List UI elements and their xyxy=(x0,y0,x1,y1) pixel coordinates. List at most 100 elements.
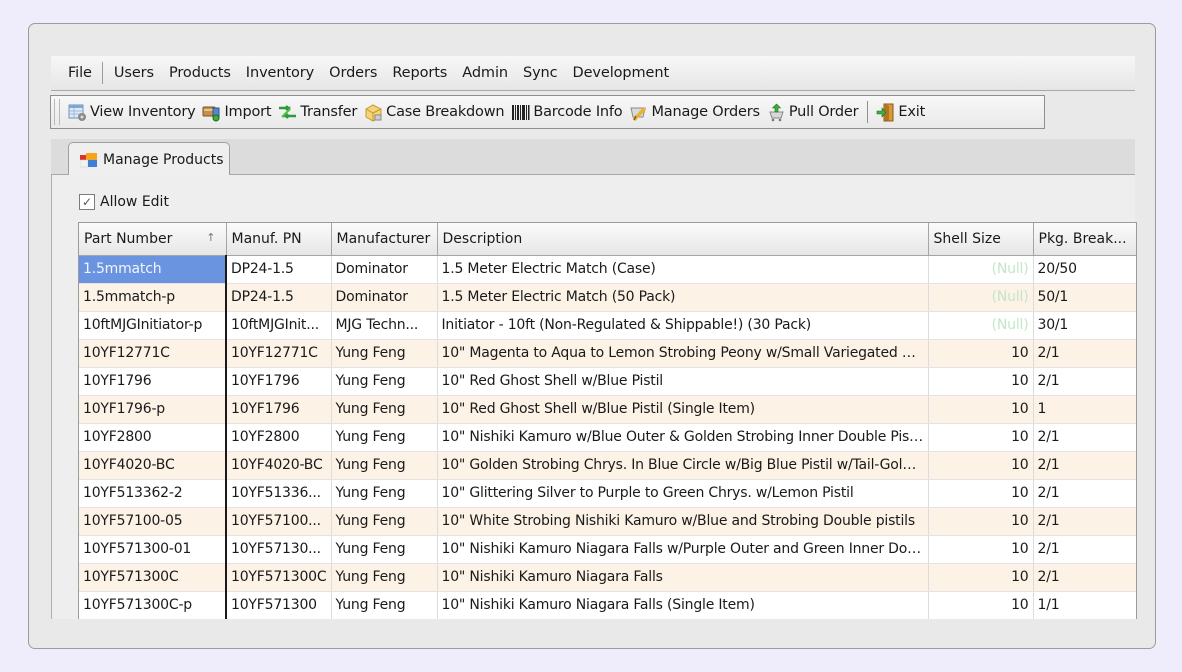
cell-pkg-breakdown[interactable]: 2/1 xyxy=(1033,451,1136,480)
cell-shell-size[interactable]: (Null) xyxy=(928,255,1034,284)
cell-shell-size[interactable]: 10 xyxy=(928,507,1034,536)
cell-manuf-pn[interactable]: DP24-1.5 xyxy=(226,283,332,312)
cell-manuf-pn[interactable]: 10YF1796 xyxy=(226,367,332,396)
column-header-part-number[interactable]: Part Number ↑ xyxy=(79,223,227,256)
cell-manuf-pn[interactable]: 10YF57100... xyxy=(226,507,332,536)
cell-description[interactable]: 10" Nishiki Kamuro Niagara Falls (Single… xyxy=(437,591,929,619)
cell-pkg-breakdown[interactable]: 30/1 xyxy=(1033,311,1136,340)
cell-part-number[interactable]: 10YF12771C xyxy=(79,339,227,368)
cell-pkg-breakdown[interactable]: 2/1 xyxy=(1033,507,1136,536)
menu-products[interactable]: Products xyxy=(162,65,239,81)
case-breakdown-button[interactable]: Case Breakdown xyxy=(362,103,509,122)
column-header-manufacturer[interactable]: Manufacturer xyxy=(331,223,438,256)
table-row[interactable]: 10YF571300C 10YF571300C Yung Feng 10" Nishi… xyxy=(79,563,1136,592)
cell-manuf-pn[interactable]: 10YF571300 xyxy=(226,591,332,619)
cell-shell-size[interactable]: 10 xyxy=(928,535,1034,564)
menu-inventory[interactable]: Inventory xyxy=(239,65,322,81)
table-row[interactable]: 10YF571300-01 10YF57130... Yung Feng 10" Ni… xyxy=(79,535,1136,564)
cell-description[interactable]: Initiator - 10ft (Non-Regulated & Shippa… xyxy=(437,311,929,340)
cell-pkg-breakdown[interactable]: 1/1 xyxy=(1033,591,1136,619)
table-row[interactable]: 1.5mmatch-p DP24-1.5 Dominator 1.5 Meter El… xyxy=(79,283,1136,312)
cell-manufacturer[interactable]: Yung Feng xyxy=(331,535,438,564)
menu-orders[interactable]: Orders xyxy=(322,65,385,81)
cell-part-number[interactable]: 10YF4020-BC xyxy=(79,451,227,480)
table-row[interactable]: 10YF1796-p 10YF1796 Yung Feng 10" Red Ghost… xyxy=(79,395,1136,424)
cell-description[interactable]: 1.5 Meter Electric Match (Case) xyxy=(437,255,929,284)
table-row[interactable]: 10YF1796 10YF1796 Yung Feng 10" Red Ghost S… xyxy=(79,367,1136,396)
cell-part-number[interactable]: 10YF57100-05 xyxy=(79,507,227,536)
cell-manufacturer[interactable]: Yung Feng xyxy=(331,367,438,396)
column-header-description[interactable]: Description xyxy=(437,223,929,256)
cell-manuf-pn[interactable]: 10YF12771C xyxy=(226,339,332,368)
menu-file[interactable]: File xyxy=(61,65,100,81)
cell-manuf-pn[interactable]: 10YF57130... xyxy=(226,535,332,564)
cell-pkg-breakdown[interactable]: 50/1 xyxy=(1033,283,1136,312)
cell-pkg-breakdown[interactable]: 1 xyxy=(1033,395,1136,424)
cell-shell-size[interactable]: 10 xyxy=(928,339,1034,368)
cell-part-number[interactable]: 10YF571300C xyxy=(79,563,227,592)
cell-description[interactable]: 10" White Strobing Nishiki Kamuro w/Blue… xyxy=(437,507,929,536)
table-row[interactable]: 10YF571300C-p 10YF571300 Yung Feng 10" Nish… xyxy=(79,591,1136,619)
cell-manufacturer[interactable]: MJG Techn... xyxy=(331,311,438,340)
barcode-info-button[interactable]: Barcode Info xyxy=(509,103,627,122)
manage-orders-button[interactable]: Manage Orders xyxy=(627,103,764,122)
allow-edit-checkbox[interactable]: ✓ Allow Edit xyxy=(79,194,169,210)
menu-users[interactable]: Users xyxy=(107,65,162,81)
menu-development[interactable]: Development xyxy=(566,65,678,81)
cell-manufacturer[interactable]: Yung Feng xyxy=(331,339,438,368)
menu-reports[interactable]: Reports xyxy=(385,65,455,81)
cell-manuf-pn[interactable]: 10YF4020-BC xyxy=(226,451,332,480)
menu-sync[interactable]: Sync xyxy=(516,65,566,81)
cell-manuf-pn[interactable]: 10YF571300C xyxy=(226,563,332,592)
cell-manufacturer[interactable]: Dominator xyxy=(331,255,438,284)
tab-manage-products[interactable]: Manage Products xyxy=(68,142,230,176)
cell-manufacturer[interactable]: Yung Feng xyxy=(331,423,438,452)
cell-description[interactable]: 10" Magenta to Aqua to Lemon Strobing Pe… xyxy=(437,339,929,368)
table-row[interactable]: 10YF4020-BC 10YF4020-BC Yung Feng 10" Golde… xyxy=(79,451,1136,480)
cell-part-number[interactable]: 1.5mmatch xyxy=(79,255,227,284)
cell-manufacturer[interactable]: Yung Feng xyxy=(331,563,438,592)
cell-description[interactable]: 10" Nishiki Kamuro Niagara Falls xyxy=(437,563,929,592)
transfer-button[interactable]: Transfer xyxy=(276,103,362,122)
cell-part-number[interactable]: 10YF2800 xyxy=(79,423,227,452)
cell-description[interactable]: 10" Red Ghost Shell w/Blue Pistil xyxy=(437,367,929,396)
cell-manufacturer[interactable]: Yung Feng xyxy=(331,507,438,536)
cell-manuf-pn[interactable]: 10YF2800 xyxy=(226,423,332,452)
table-row[interactable]: 1.5mmatch DP24-1.5 Dominator 1.5 Meter Elec… xyxy=(79,255,1136,284)
table-row[interactable]: 10YF12771C 10YF12771C Yung Feng 10" Magenta… xyxy=(79,339,1136,368)
cell-description[interactable]: 1.5 Meter Electric Match (50 Pack) xyxy=(437,283,929,312)
cell-pkg-breakdown[interactable]: 2/1 xyxy=(1033,339,1136,368)
table-row[interactable]: 10YF2800 10YF2800 Yung Feng 10" Nishiki Kam… xyxy=(79,423,1136,452)
cell-pkg-breakdown[interactable]: 2/1 xyxy=(1033,423,1136,452)
cell-part-number[interactable]: 10YF1796 xyxy=(79,367,227,396)
cell-part-number[interactable]: 10YF571300C-p xyxy=(79,591,227,619)
column-header-pkg-breakdown[interactable]: Pkg. Break... xyxy=(1033,223,1136,256)
column-header-manuf-pn[interactable]: Manuf. PN xyxy=(226,223,332,256)
cell-manuf-pn[interactable]: 10YF1796 xyxy=(226,395,332,424)
pull-order-button[interactable]: Pull Order xyxy=(765,103,864,122)
cell-description[interactable]: 10" Glittering Silver to Purple to Green… xyxy=(437,479,929,508)
cell-shell-size[interactable]: 10 xyxy=(928,451,1034,480)
cell-shell-size[interactable]: 10 xyxy=(928,479,1034,508)
cell-manuf-pn[interactable]: 10ftMJGInit... xyxy=(226,311,332,340)
cell-shell-size[interactable]: (Null) xyxy=(928,283,1034,312)
table-row[interactable]: 10YF57100-05 10YF57100... Yung Feng 10" Whi… xyxy=(79,507,1136,536)
cell-shell-size[interactable]: (Null) xyxy=(928,311,1034,340)
column-header-shell-size[interactable]: Shell Size xyxy=(928,223,1034,256)
cell-shell-size[interactable]: 10 xyxy=(928,563,1034,592)
cell-description[interactable]: 10" Nishiki Kamuro Niagara Falls w/Purpl… xyxy=(437,535,929,564)
exit-button[interactable]: Exit xyxy=(874,103,930,122)
cell-shell-size[interactable]: 10 xyxy=(928,395,1034,424)
cell-shell-size[interactable]: 10 xyxy=(928,591,1034,619)
cell-part-number[interactable]: 10YF571300-01 xyxy=(79,535,227,564)
cell-pkg-breakdown[interactable]: 2/1 xyxy=(1033,535,1136,564)
cell-manufacturer[interactable]: Yung Feng xyxy=(331,591,438,619)
checkbox-box[interactable]: ✓ xyxy=(79,194,95,210)
cell-part-number[interactable]: 10YF1796-p xyxy=(79,395,227,424)
import-button[interactable]: Import xyxy=(200,103,276,122)
cell-description[interactable]: 10" Nishiki Kamuro w/Blue Outer & Golden… xyxy=(437,423,929,452)
cell-description[interactable]: 10" Red Ghost Shell w/Blue Pistil (Singl… xyxy=(437,395,929,424)
view-inventory-button[interactable]: View Inventory xyxy=(66,103,200,122)
cell-pkg-breakdown[interactable]: 2/1 xyxy=(1033,479,1136,508)
cell-pkg-breakdown[interactable]: 2/1 xyxy=(1033,367,1136,396)
